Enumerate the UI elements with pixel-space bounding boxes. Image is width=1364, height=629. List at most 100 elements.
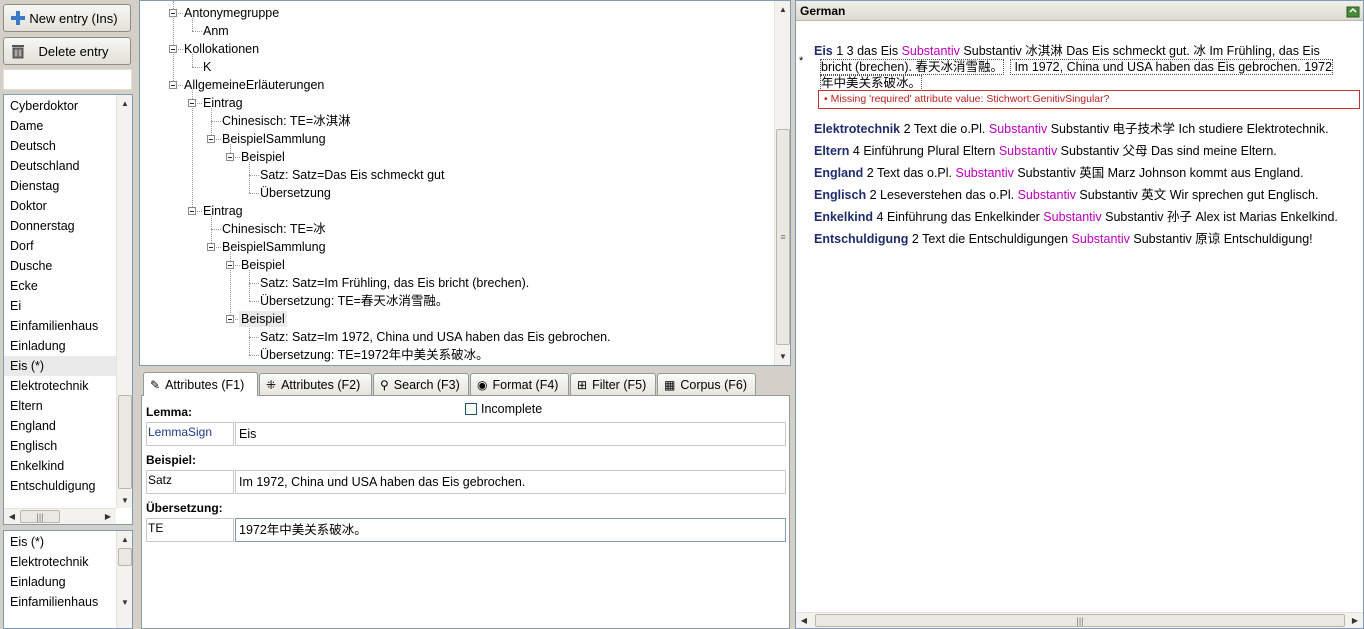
scroll-up-icon[interactable]: ▲ (117, 95, 132, 111)
collapse-icon[interactable] (188, 207, 196, 215)
list-item[interactable]: England (4, 416, 116, 436)
history-list[interactable]: Eis (*) Elektrotechnik Einladung Einfamilie… (3, 530, 133, 629)
scroll-up-icon[interactable]: ▲ (775, 1, 790, 17)
tree-node-beispielsammlung[interactable]: BeispielSammlung (222, 131, 326, 147)
collapse-icon[interactable] (226, 153, 234, 161)
list-item[interactable]: Elektrotechnik (4, 552, 116, 572)
hscroll-thumb[interactable]: ||| (815, 614, 1345, 627)
scroll-thumb[interactable] (118, 548, 132, 566)
list-item[interactable]: Dorf (4, 236, 116, 256)
hscroll-thumb[interactable]: ||| (20, 510, 60, 523)
list-item[interactable]: Einladung (4, 572, 116, 592)
preview-entry[interactable]: Enkelkind 4 Einführung das Enkelkinder S… (814, 206, 1338, 225)
list-item[interactable]: Ecke (4, 276, 116, 296)
scroll-up-icon[interactable]: ▲ (117, 531, 132, 547)
preview-entry[interactable]: Englisch 2 Leseverstehen das o.Pl. Subst… (814, 184, 1318, 203)
lemma-list-vscroll[interactable]: ▲ ▼ (116, 95, 132, 508)
tree-node-beispielsammlung[interactable]: BeispielSammlung (222, 239, 326, 255)
scroll-right-icon[interactable]: ▶ (1347, 613, 1363, 627)
lemma-list-hscroll[interactable]: ◀ ||| ▶ (4, 508, 116, 524)
scroll-left-icon[interactable]: ◀ (4, 509, 20, 523)
list-item[interactable]: Elektrotechnik (4, 376, 116, 396)
tab-search[interactable]: ⚲ Search (F3) (373, 373, 469, 395)
list-item[interactable]: Dienstag (4, 176, 116, 196)
scroll-down-icon[interactable]: ▼ (117, 492, 132, 508)
list-item[interactable]: Dame (4, 116, 116, 136)
list-item[interactable]: Eltern (4, 396, 116, 416)
entry-tree[interactable]: Antonymegruppe Anm Kollokationen K Allge… (139, 0, 791, 366)
list-item[interactable]: Ei (4, 296, 116, 316)
collapse-icon[interactable] (207, 243, 215, 251)
collapse-icon[interactable] (207, 135, 215, 143)
list-item[interactable]: Eis (*) (4, 356, 116, 376)
scroll-right-icon[interactable]: ▶ (100, 509, 116, 523)
tree-node-allgemeine-erlaeuterungen[interactable]: AllgemeineErläuterungen (184, 77, 324, 93)
corpus-icon: ▦ (664, 377, 676, 392)
tab-filter[interactable]: ⊞ Filter (F5) (570, 373, 656, 395)
delete-entry-button[interactable]: Delete entry (3, 37, 131, 65)
scroll-left-icon[interactable]: ◀ (796, 613, 812, 627)
tree-node-chinesisch[interactable]: Chinesisch: TE=冰 (222, 221, 326, 237)
tree-node-eintrag[interactable]: Eintrag (203, 95, 243, 111)
tree-node-k[interactable]: K (203, 59, 211, 75)
scroll-thumb[interactable] (118, 395, 132, 489)
tab-format[interactable]: ◉ Format (F4) (470, 373, 569, 395)
collapse-icon[interactable] (169, 81, 177, 89)
lemma-sign-input[interactable]: Eis (235, 422, 786, 446)
tree-node-satz[interactable]: Satz: Satz=Das Eis schmeckt gut (260, 167, 444, 183)
tab-attributes-f1[interactable]: ✎ Attributes (F1) (143, 372, 258, 396)
scroll-thumb[interactable]: ≡ (776, 129, 790, 345)
list-item[interactable]: Englisch (4, 436, 116, 456)
lemma-search-input[interactable] (3, 69, 132, 90)
tree-node-beispiel[interactable]: Beispiel (241, 257, 285, 273)
collapse-icon[interactable] (226, 315, 234, 323)
list-item[interactable]: Deutsch (4, 136, 116, 156)
tree-node-uebersetzung[interactable]: Übersetzung: TE=1972年中美关系破冰。 (260, 347, 489, 363)
tab-attributes-f2[interactable]: ⁜ Attributes (F2) (259, 373, 372, 395)
list-item[interactable]: Doktor (4, 196, 116, 216)
export-icon[interactable] (1346, 4, 1360, 18)
tab-corpus[interactable]: ▦ Corpus (F6) (657, 373, 756, 395)
tree-node-eintrag[interactable]: Eintrag (203, 203, 243, 219)
scroll-down-icon[interactable]: ▼ (775, 348, 790, 364)
list-item[interactable]: Enkelkind (4, 456, 116, 476)
list-item[interactable]: Dusche (4, 256, 116, 276)
collapse-icon[interactable] (226, 261, 234, 269)
tree-node-kollokationen[interactable]: Kollokationen (184, 41, 259, 57)
tree-node-satz[interactable]: Satz: Satz=Im Frühling, das Eis bricht (… (260, 275, 529, 291)
lemma-list[interactable]: Cyberdoktor Dame Deutsch Deutschland Diensta… (3, 94, 133, 525)
collapse-icon[interactable] (169, 9, 177, 17)
attribute-tabs: ✎ Attributes (F1) ⁜ Attributes (F2) ⚲ Searc… (141, 372, 790, 396)
list-item[interactable]: Einfamilienhaus (4, 592, 116, 612)
incomplete-checkbox[interactable] (465, 403, 477, 415)
list-item[interactable]: Einladung (4, 336, 116, 356)
tree-node-chinesisch[interactable]: Chinesisch: TE=冰淇淋 (222, 113, 351, 129)
list-item[interactable]: Eis (*) (4, 532, 116, 552)
tree-node-anm[interactable]: Anm (203, 23, 229, 39)
scroll-down-icon[interactable]: ▼ (117, 594, 132, 610)
tree-node-satz[interactable]: Satz: Satz=Im 1972, China und USA haben … (260, 329, 611, 345)
list-item[interactable]: Entschuldigung (4, 476, 116, 496)
list-item[interactable]: Deutschland (4, 156, 116, 176)
collapse-icon[interactable] (188, 99, 196, 107)
tree-node-uebersetzung[interactable]: Übersetzung (260, 185, 331, 201)
history-list-vscroll[interactable]: ▲ ▼ (116, 531, 132, 628)
list-item[interactable]: Einfamilienhaus (4, 316, 116, 336)
te-input[interactable]: 1972年中美关系破冰。 (235, 518, 786, 542)
tree-node-beispiel[interactable]: Beispiel (241, 149, 285, 165)
lemma-section-label: Lemma: (146, 405, 193, 419)
preview-hscroll[interactable]: ◀ ||| ▶ (796, 612, 1363, 628)
preview-entry[interactable]: Eltern 4 Einführung Plural Eltern Substa… (814, 140, 1277, 159)
list-item[interactable]: Cyberdoktor (4, 96, 116, 116)
new-entry-button[interactable]: New entry (Ins) (3, 4, 131, 32)
tree-node-antonymegruppe[interactable]: Antonymegruppe (184, 5, 279, 21)
tree-vscroll[interactable]: ▲ ≡ ▼ (774, 1, 790, 365)
tree-node-uebersetzung[interactable]: Übersetzung: TE=春天冰消雪融。 (260, 293, 448, 309)
preview-entry[interactable]: Entschuldigung 2 Text die Entschuldigung… (814, 228, 1313, 247)
preview-entry[interactable]: Elektrotechnik 2 Text die o.Pl. Substant… (814, 118, 1329, 137)
preview-entry[interactable]: England 2 Text das o.Pl. Substantiv Subs… (814, 162, 1304, 181)
tree-node-beispiel-selected[interactable]: Beispiel (239, 311, 287, 327)
list-item[interactable]: Donnerstag (4, 216, 116, 236)
collapse-icon[interactable] (169, 45, 177, 53)
satz-input[interactable]: Im 1972, China und USA haben das Eis geb… (235, 470, 786, 494)
